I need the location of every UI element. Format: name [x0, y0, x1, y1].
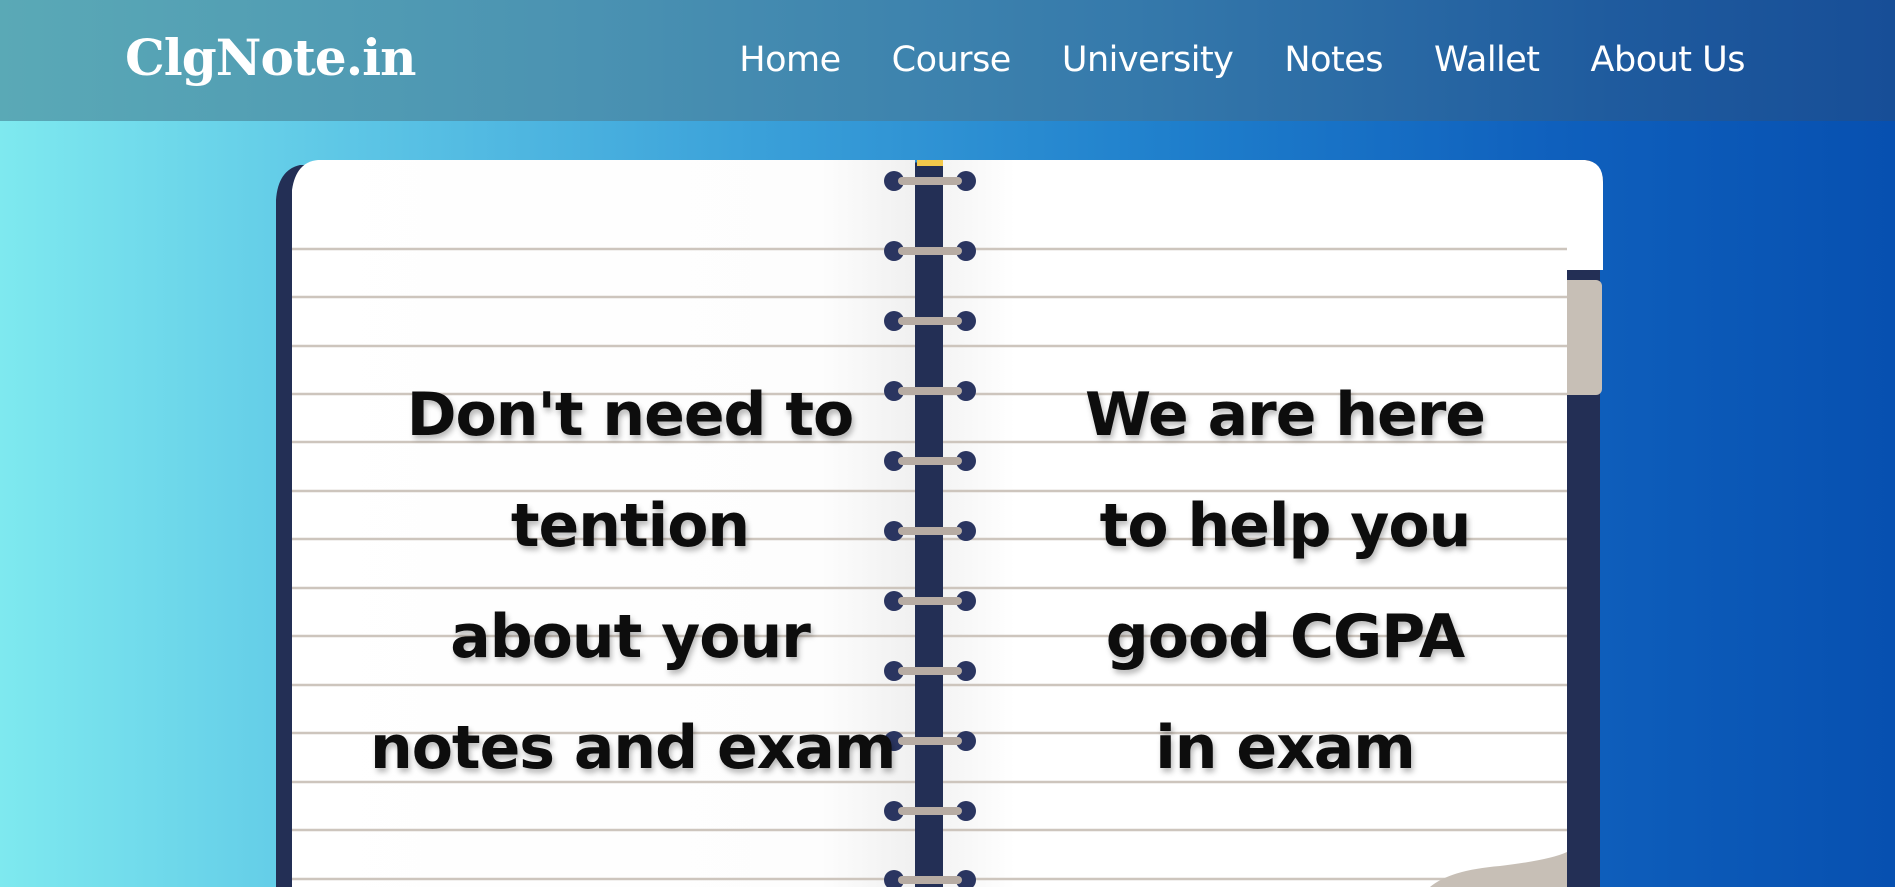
left-line-3: about your	[450, 602, 811, 672]
left-page-message: Don't need to tention about your notes a…	[370, 360, 896, 804]
right-line-2: to help you	[1099, 491, 1472, 561]
notebook-illustration: Don't need to tention about your notes a…	[0, 0, 1895, 887]
right-line-4: in exam	[1155, 713, 1416, 783]
right-page-message: We are here to help you good CGPA in exa…	[1035, 360, 1535, 804]
right-line-1: We are here	[1085, 380, 1486, 450]
left-line-4: notes and exam	[370, 713, 896, 783]
right-line-3: good CGPA	[1105, 602, 1465, 672]
left-line-1: Don't need to	[406, 380, 855, 450]
left-line-2: tention	[510, 491, 750, 561]
notebook-spine	[917, 160, 943, 887]
notebook-graphic	[276, 160, 1604, 887]
